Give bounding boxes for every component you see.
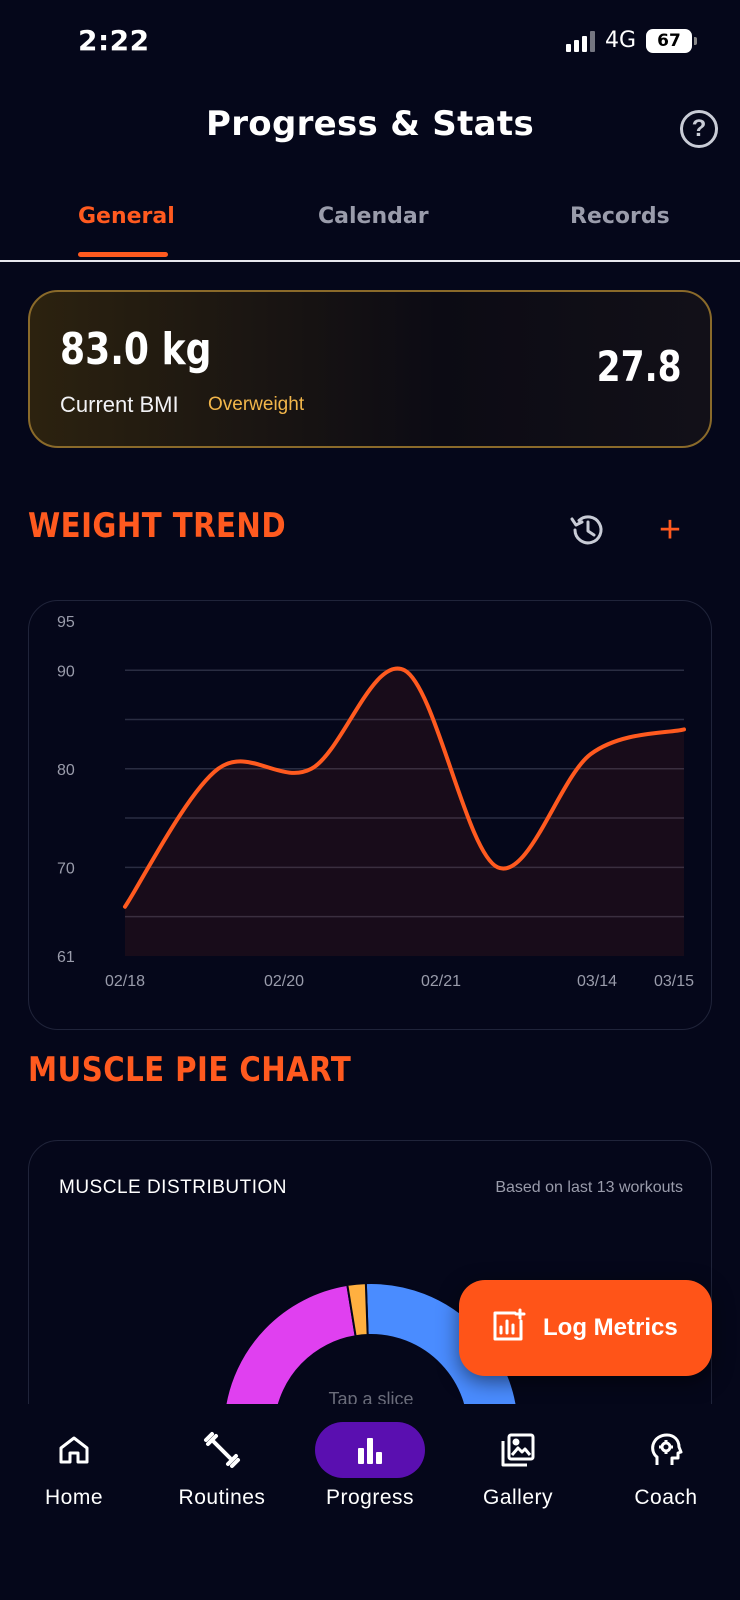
history-icon[interactable] [568, 510, 608, 550]
weight-chart-card: 95 90 80 70 61 02/18 02/20 02/21 03/14 03/15 [28, 600, 712, 1030]
bottom-nav: Home Routines Progress Gallery Coach [0, 1404, 740, 1600]
bar-chart-icon [315, 1422, 425, 1478]
x-tick-label: 03/15 [654, 973, 694, 990]
current-weight: 83.0 kg [60, 324, 212, 375]
network-label: 4G [604, 28, 636, 53]
nav-gallery[interactable]: Gallery [453, 1422, 583, 1510]
status-indicators: 4G 67 [565, 28, 697, 53]
weight-point[interactable] [212, 763, 224, 775]
log-metrics-label: Log Metrics [543, 1314, 678, 1341]
weight-point[interactable] [492, 861, 504, 873]
nav-routines[interactable]: Routines [157, 1422, 287, 1510]
weight-point[interactable] [678, 723, 690, 735]
tab-active-indicator [78, 252, 168, 257]
weight-point[interactable] [119, 901, 131, 913]
nav-progress[interactable]: Progress [305, 1422, 435, 1510]
y-tick-label: 90 [57, 663, 75, 680]
x-tick-label: 02/18 [105, 973, 145, 990]
nav-home-label: Home [44, 1486, 104, 1509]
weight-point[interactable] [585, 748, 597, 760]
nav-home[interactable]: Home [9, 1422, 139, 1510]
weight-trend-chart: 95 90 80 70 61 02/18 02/20 02/21 03/14 03/15 [57, 614, 694, 990]
x-tick-label: 02/20 [264, 973, 304, 990]
page-title: Progress & Stats [206, 104, 534, 144]
muscle-pie-title: MUSCLE PIE CHART [28, 1050, 352, 1090]
x-tick-label: 02/21 [421, 973, 461, 990]
bmi-value: 27.8 [597, 342, 682, 391]
chart-plus-icon [489, 1307, 527, 1350]
y-tick-label: 61 [57, 949, 75, 966]
log-metrics-button[interactable]: Log Metrics [459, 1280, 712, 1376]
question-circle-icon[interactable]: ? [680, 110, 718, 148]
bmi-label: Current BMI [60, 392, 179, 417]
y-tick-label: 95 [57, 614, 75, 631]
tab-calendar[interactable]: Calendar [318, 204, 429, 229]
weight-point[interactable] [305, 763, 317, 775]
y-tick-label: 70 [57, 860, 75, 877]
x-tick-label: 03/14 [577, 973, 617, 990]
plus-icon[interactable]: + [652, 510, 688, 550]
bmi-card[interactable]: 83.0 kg Current BMI Overweight 27.8 [28, 290, 712, 448]
bmi-status: Overweight [208, 394, 305, 415]
coach-icon [611, 1422, 721, 1478]
weight-trend-title: WEIGHT TREND [28, 506, 287, 546]
weight-area [125, 668, 684, 956]
battery-icon: 67 [646, 28, 697, 53]
y-tick-label: 80 [57, 762, 75, 779]
nav-progress-label: Progress [325, 1486, 415, 1509]
nav-gallery-label: Gallery [482, 1486, 554, 1509]
nav-coach-label: Coach [634, 1486, 698, 1509]
gallery-icon [463, 1422, 573, 1478]
workout-count-note: Based on last 13 workouts [495, 1179, 683, 1196]
muscle-card-title: MUSCLE DISTRIBUTION [59, 1177, 288, 1198]
signal-icon [565, 30, 595, 52]
status-bar: 2:22 4G 67 [0, 0, 740, 86]
weight-point[interactable] [399, 664, 411, 676]
status-time: 2:22 [78, 24, 150, 57]
nav-coach[interactable]: Coach [601, 1422, 731, 1510]
dumbbell-icon [167, 1422, 277, 1478]
tab-bar: General Calendar Records [0, 190, 740, 262]
nav-routines-label: Routines [178, 1486, 266, 1509]
tab-records[interactable]: Records [570, 204, 670, 229]
tab-general[interactable]: General [78, 204, 175, 229]
home-icon [19, 1422, 129, 1478]
